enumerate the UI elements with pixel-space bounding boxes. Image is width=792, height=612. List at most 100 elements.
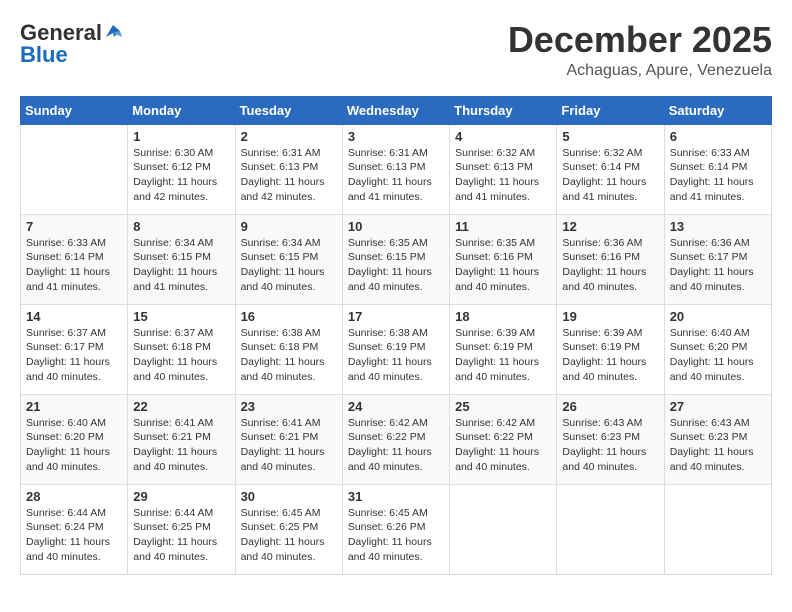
calendar-cell: 18 Sunrise: 6:39 AM Sunset: 6:19 PM Dayli…: [450, 304, 557, 394]
day-number: 25: [455, 399, 551, 414]
day-number: 17: [348, 309, 444, 324]
calendar-cell: 21Sunrise: 6:40 AM Sunset: 6:20 PM Dayli…: [21, 394, 128, 484]
calendar-cell: 11 Sunrise: 6:35 AM Sunset: 6:16 PM Dayli…: [450, 214, 557, 304]
calendar-cell: 28Sunrise: 6:44 AM Sunset: 6:24 PM Dayli…: [21, 484, 128, 574]
calendar-cell: 10Sunrise: 6:35 AM Sunset: 6:15 PM Dayli…: [342, 214, 449, 304]
cell-content: Sunrise: 6:45 AM Sunset: 6:26 PM Dayligh…: [348, 506, 444, 565]
logo-blue-text: Blue: [20, 42, 68, 68]
cell-content: Sunrise: 6:41 AM Sunset: 6:21 PM Dayligh…: [241, 416, 337, 475]
day-number: 14: [26, 309, 122, 324]
calendar-cell: 26 Sunrise: 6:43 AM Sunset: 6:23 PM Dayli…: [557, 394, 664, 484]
day-number: 12: [562, 219, 658, 234]
day-number: 15: [133, 309, 229, 324]
calendar-cell: 4Sunrise: 6:32 AM Sunset: 6:13 PM Daylig…: [450, 124, 557, 214]
day-number: 21: [26, 399, 122, 414]
day-number: 9: [241, 219, 337, 234]
day-of-week-header: Sunday: [21, 96, 128, 124]
calendar-cell: 9 Sunrise: 6:34 AM Sunset: 6:15 PM Daylig…: [235, 214, 342, 304]
day-number: 24: [348, 399, 444, 414]
cell-content: Sunrise: 6:34 AM Sunset: 6:15 PM Dayligh…: [133, 236, 229, 295]
cell-content: Sunrise: 6:40 AM Sunset: 6:20 PM Dayligh…: [670, 326, 766, 385]
calendar-cell: [21, 124, 128, 214]
calendar-cell: 29 Sunrise: 6:44 AM Sunset: 6:25 PM Dayli…: [128, 484, 235, 574]
day-of-week-header: Thursday: [450, 96, 557, 124]
day-of-week-header: Saturday: [664, 96, 771, 124]
day-number: 20: [670, 309, 766, 324]
cell-content: Sunrise: 6:41 AM Sunset: 6:21 PM Dayligh…: [133, 416, 229, 475]
calendar-week-row: 21Sunrise: 6:40 AM Sunset: 6:20 PM Dayli…: [21, 394, 772, 484]
calendar-cell: 6Sunrise: 6:33 AM Sunset: 6:14 PM Daylig…: [664, 124, 771, 214]
cell-content: Sunrise: 6:37 AM Sunset: 6:18 PM Dayligh…: [133, 326, 229, 385]
cell-content: Sunrise: 6:31 AM Sunset: 6:13 PM Dayligh…: [241, 146, 337, 205]
cell-content: Sunrise: 6:42 AM Sunset: 6:22 PM Dayligh…: [455, 416, 551, 475]
cell-content: Sunrise: 6:34 AM Sunset: 6:15 PM Dayligh…: [241, 236, 337, 295]
calendar-cell: 20 Sunrise: 6:40 AM Sunset: 6:20 PM Dayli…: [664, 304, 771, 394]
calendar-week-row: 14 Sunrise: 6:37 AM Sunset: 6:17 PM Dayli…: [21, 304, 772, 394]
logo: General Blue: [20, 20, 122, 68]
day-number: 1: [133, 129, 229, 144]
cell-content: Sunrise: 6:42 AM Sunset: 6:22 PM Dayligh…: [348, 416, 444, 475]
calendar-cell: 19Sunrise: 6:39 AM Sunset: 6:19 PM Dayli…: [557, 304, 664, 394]
calendar-week-row: 1 Sunrise: 6:30 AM Sunset: 6:12 PM Daylig…: [21, 124, 772, 214]
cell-content: Sunrise: 6:36 AM Sunset: 6:16 PM Dayligh…: [562, 236, 658, 295]
day-number: 16: [241, 309, 337, 324]
calendar-cell: 7 Sunrise: 6:33 AM Sunset: 6:14 PM Daylig…: [21, 214, 128, 304]
calendar-cell: 2 Sunrise: 6:31 AM Sunset: 6:13 PM Daylig…: [235, 124, 342, 214]
day-number: 26: [562, 399, 658, 414]
calendar-cell: 24 Sunrise: 6:42 AM Sunset: 6:22 PM Dayli…: [342, 394, 449, 484]
calendar-week-row: 7 Sunrise: 6:33 AM Sunset: 6:14 PM Daylig…: [21, 214, 772, 304]
cell-content: Sunrise: 6:35 AM Sunset: 6:15 PM Dayligh…: [348, 236, 444, 295]
cell-content: Sunrise: 6:35 AM Sunset: 6:16 PM Dayligh…: [455, 236, 551, 295]
cell-content: Sunrise: 6:36 AM Sunset: 6:17 PM Dayligh…: [670, 236, 766, 295]
calendar-cell: 13 Sunrise: 6:36 AM Sunset: 6:17 PM Dayli…: [664, 214, 771, 304]
calendar-cell: 15 Sunrise: 6:37 AM Sunset: 6:18 PM Dayli…: [128, 304, 235, 394]
cell-content: Sunrise: 6:31 AM Sunset: 6:13 PM Dayligh…: [348, 146, 444, 205]
day-number: 7: [26, 219, 122, 234]
calendar-table: SundayMondayTuesdayWednesdayThursdayFrid…: [20, 96, 772, 575]
cell-content: Sunrise: 6:38 AM Sunset: 6:18 PM Dayligh…: [241, 326, 337, 385]
day-number: 23: [241, 399, 337, 414]
calendar-cell: 8Sunrise: 6:34 AM Sunset: 6:15 PM Daylig…: [128, 214, 235, 304]
cell-content: Sunrise: 6:30 AM Sunset: 6:12 PM Dayligh…: [133, 146, 229, 205]
cell-content: Sunrise: 6:43 AM Sunset: 6:23 PM Dayligh…: [562, 416, 658, 475]
day-number: 28: [26, 489, 122, 504]
calendar-header-row: SundayMondayTuesdayWednesdayThursdayFrid…: [21, 96, 772, 124]
day-number: 22: [133, 399, 229, 414]
calendar-cell: 30Sunrise: 6:45 AM Sunset: 6:25 PM Dayli…: [235, 484, 342, 574]
day-number: 19: [562, 309, 658, 324]
day-of-week-header: Monday: [128, 96, 235, 124]
day-number: 5: [562, 129, 658, 144]
day-number: 27: [670, 399, 766, 414]
cell-content: Sunrise: 6:38 AM Sunset: 6:19 PM Dayligh…: [348, 326, 444, 385]
cell-content: Sunrise: 6:33 AM Sunset: 6:14 PM Dayligh…: [26, 236, 122, 295]
cell-content: Sunrise: 6:32 AM Sunset: 6:13 PM Dayligh…: [455, 146, 551, 205]
month-title: December 2025: [508, 20, 772, 60]
cell-content: Sunrise: 6:37 AM Sunset: 6:17 PM Dayligh…: [26, 326, 122, 385]
day-number: 13: [670, 219, 766, 234]
day-of-week-header: Friday: [557, 96, 664, 124]
day-of-week-header: Tuesday: [235, 96, 342, 124]
calendar-cell: 14 Sunrise: 6:37 AM Sunset: 6:17 PM Dayli…: [21, 304, 128, 394]
calendar-cell: [557, 484, 664, 574]
calendar-cell: 17 Sunrise: 6:38 AM Sunset: 6:19 PM Dayli…: [342, 304, 449, 394]
day-number: 30: [241, 489, 337, 504]
location: Achaguas, Apure, Venezuela: [508, 62, 772, 80]
day-number: 31: [348, 489, 444, 504]
title-block: December 2025 Achaguas, Apure, Venezuela: [508, 20, 772, 80]
calendar-week-row: 28Sunrise: 6:44 AM Sunset: 6:24 PM Dayli…: [21, 484, 772, 574]
calendar-cell: [450, 484, 557, 574]
calendar-cell: 22 Sunrise: 6:41 AM Sunset: 6:21 PM Dayli…: [128, 394, 235, 484]
calendar-cell: 1 Sunrise: 6:30 AM Sunset: 6:12 PM Daylig…: [128, 124, 235, 214]
cell-content: Sunrise: 6:44 AM Sunset: 6:25 PM Dayligh…: [133, 506, 229, 565]
day-number: 29: [133, 489, 229, 504]
calendar-cell: 3Sunrise: 6:31 AM Sunset: 6:13 PM Daylig…: [342, 124, 449, 214]
calendar-cell: [664, 484, 771, 574]
logo-bird-icon: [104, 23, 122, 41]
day-number: 11: [455, 219, 551, 234]
day-number: 2: [241, 129, 337, 144]
cell-content: Sunrise: 6:32 AM Sunset: 6:14 PM Dayligh…: [562, 146, 658, 205]
calendar-cell: 12 Sunrise: 6:36 AM Sunset: 6:16 PM Dayli…: [557, 214, 664, 304]
cell-content: Sunrise: 6:39 AM Sunset: 6:19 PM Dayligh…: [455, 326, 551, 385]
day-number: 18: [455, 309, 551, 324]
calendar-cell: 23 Sunrise: 6:41 AM Sunset: 6:21 PM Dayli…: [235, 394, 342, 484]
